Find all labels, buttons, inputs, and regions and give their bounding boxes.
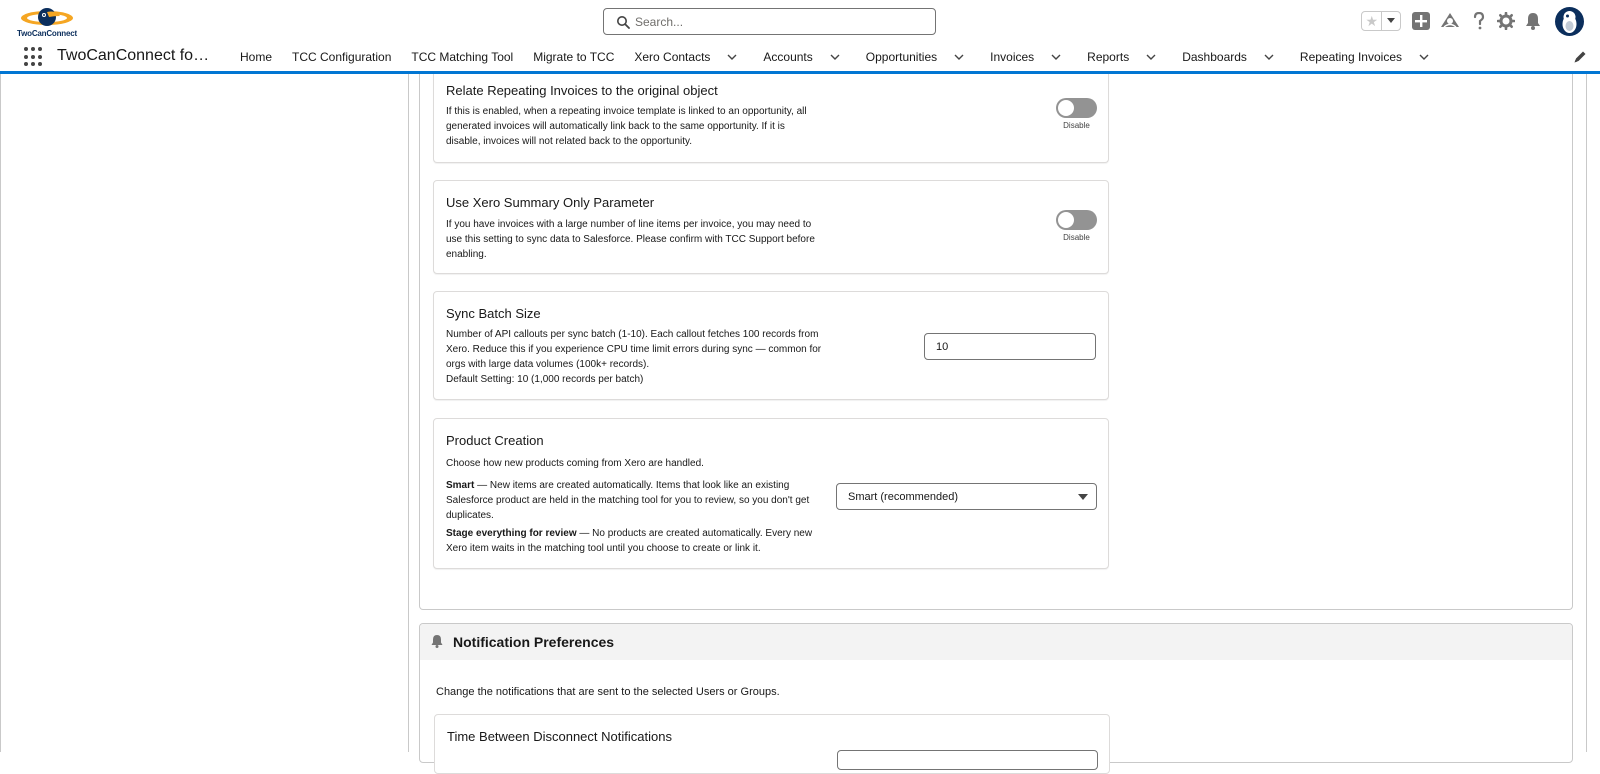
search-input[interactable] [635,12,925,32]
sync-batch-size-card: Sync Batch Size Number of API callouts p… [433,291,1109,400]
nav-item-label: TCC Matching Tool [411,49,514,64]
gear-icon [1497,12,1515,30]
nav-item-label: Dashboards [1182,49,1247,64]
nav-item-accounts[interactable]: Accounts [753,42,855,71]
nav-item-tcc-matching-tool[interactable]: TCC Matching Tool [401,42,523,71]
toggle-switch[interactable] [1056,98,1097,118]
summary-only-card: Use Xero Summary Only Parameter If you h… [433,180,1109,274]
selected-value: Smart (recommended) [848,491,959,503]
card-description: Choose how new products coming from Xero… [446,458,704,469]
setup-button[interactable] [1496,11,1516,31]
app-launcher-icon[interactable] [24,47,44,67]
default-setting-note: Default Setting: 10 (1,000 records per b… [446,374,644,385]
nav-item-invoices[interactable]: Invoices [980,42,1077,71]
smart-option-text: — New items are created automatically. I… [446,480,810,521]
stage-option-description: Stage everything for review — No product… [446,526,818,556]
batch-size-input[interactable] [924,333,1096,360]
avatar-icon [1562,11,1577,33]
bell-icon [431,635,443,648]
relate-repeating-toggle[interactable]: Disable [1056,98,1100,130]
chevron-down-icon[interactable] [830,52,840,62]
relate-repeating-invoices-card: Relate Repeating Invoices to the origina… [433,74,1109,163]
nav-item-label: Repeating Invoices [1299,49,1402,64]
card-title: Time Between Disconnect Notifications [447,729,672,744]
toggle-switch[interactable] [1056,210,1097,230]
smart-option-label: Smart [446,480,475,491]
disconnect-notifications-card: Time Between Disconnect Notifications [434,714,1110,774]
card-title: Sync Batch Size [446,306,541,321]
stage-option-label: Stage everything for review [446,528,577,539]
nav-item-label: Reports [1087,49,1130,64]
global-actions-button[interactable] [1411,11,1431,31]
card-title: Use Xero Summary Only Parameter [446,195,655,210]
chevron-down-icon[interactable] [727,52,737,62]
global-header: TwoCanConnect ★ [0,0,1600,42]
twocanconnect-logo[interactable]: TwoCanConnect [14,4,80,38]
favorites-dropdown-button[interactable] [1381,12,1400,30]
app-name: TwoCanConnect fo… [57,47,210,64]
bell-icon [1526,13,1540,30]
nav-item-label: Migrate to TCC [533,49,615,64]
chevron-down-icon [1387,18,1396,23]
nav-item-reports[interactable]: Reports [1077,42,1172,71]
nav-item-label: Home [240,49,273,64]
nav-item-opportunities[interactable]: Opportunities [856,42,980,71]
chevron-down-icon[interactable] [1146,52,1156,62]
section-title: Notification Preferences [453,634,615,650]
chevron-down-icon [1078,494,1088,500]
search-icon [617,16,630,29]
card-description: Number of API callouts per sync batch (1… [446,329,822,370]
nav-item-label: Invoices [990,49,1035,64]
nav-item-label: Accounts [763,49,813,64]
edit-nav-icon[interactable] [1573,50,1587,64]
card-description: If this is enabled, when a repeating inv… [446,106,807,147]
notifications-button[interactable] [1523,11,1543,31]
card-title: Product Creation [446,433,544,448]
disconnect-interval-select[interactable] [837,750,1098,770]
nav-item-label: TCC Configuration [292,49,392,64]
nav-item-repeating-invoices[interactable]: Repeating Invoices [1290,42,1445,71]
section-header[interactable]: Notification Preferences [420,624,1572,660]
nav-item-tcc-configuration[interactable]: TCC Configuration [282,42,401,71]
help-button[interactable] [1469,11,1489,31]
left-sidebar-panel [0,74,409,752]
toggle-label: Disable [1063,233,1090,242]
product-creation-select[interactable]: Smart (recommended) [836,483,1097,510]
app-nav-bar: TwoCanConnect fo… Home TCC Configuration T… [0,42,1600,74]
right-edge-panel [1586,74,1600,752]
nav-item-label: Xero Contacts [634,49,711,64]
notification-preferences-section: Notification Preferences Change the noti… [419,623,1573,774]
user-avatar[interactable] [1555,7,1584,36]
card-description: If you have invoices with a large number… [446,219,815,260]
help-icon [1473,12,1485,30]
chevron-down-icon[interactable] [1419,52,1429,62]
logo-text: TwoCanConnect [17,29,77,38]
toucan-logo-icon [21,8,73,26]
section-description: Change the notifications that are sent t… [436,686,780,698]
nav-item-dashboards[interactable]: Dashboards [1172,42,1290,71]
favorite-star-icon[interactable]: ★ [1362,12,1381,30]
summary-only-toggle[interactable]: Disable [1056,210,1100,242]
product-creation-card: Product Creation Choose how new products… [433,418,1109,569]
trailhead-button[interactable] [1440,11,1460,31]
nav-items: Home TCC Configuration TCC Matching Tool Mi… [230,42,1445,71]
add-icon [1412,12,1430,30]
card-title: Relate Repeating Invoices to the origina… [446,83,718,98]
smart-option-description: Smart — New items are created automatica… [446,478,818,523]
global-search[interactable] [603,8,936,35]
chevron-down-icon[interactable] [954,52,964,62]
chevron-down-icon[interactable] [1051,52,1061,62]
nav-item-xero-contacts[interactable]: Xero Contacts [624,42,753,71]
nav-item-migrate-to-tcc[interactable]: Migrate to TCC [523,42,624,71]
nav-item-label: Opportunities [865,49,938,64]
toggle-label: Disable [1063,121,1090,130]
favorites-group: ★ [1361,11,1401,31]
chevron-down-icon[interactable] [1264,52,1274,62]
trailhead-icon [1441,13,1459,28]
nav-item-home[interactable]: Home [230,42,282,71]
